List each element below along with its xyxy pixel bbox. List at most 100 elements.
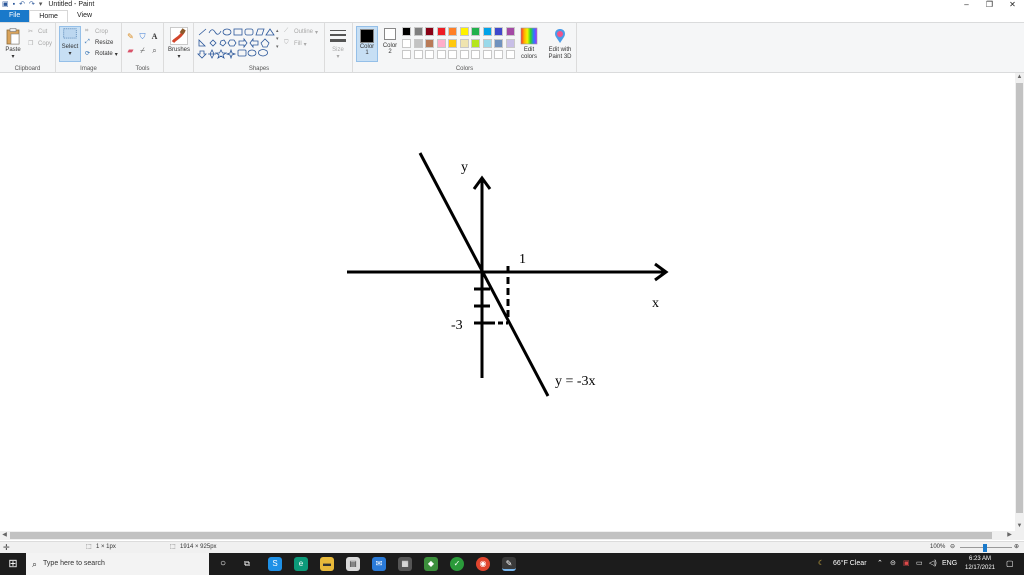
paste-dropdown-icon[interactable]: ▾	[11, 53, 14, 60]
mail-icon[interactable]: ✉	[372, 557, 386, 571]
rotate-button[interactable]: ⟳ Rotate ▾	[85, 50, 118, 58]
brushes-dropdown-icon[interactable]: ▾	[178, 53, 181, 60]
scroll-left-icon[interactable]: ◀	[0, 531, 9, 540]
palette-swatch[interactable]	[505, 27, 515, 36]
palette-swatch[interactable]	[402, 27, 411, 36]
rotate-dropdown-icon[interactable]: ▾	[115, 51, 118, 58]
weather-icon[interactable]: ☾	[818, 553, 824, 575]
palette-swatch[interactable]	[505, 38, 515, 48]
network-icon[interactable]: ▭	[916, 553, 923, 575]
zoom-slider-thumb[interactable]	[983, 544, 987, 552]
palette-swatch[interactable]	[459, 50, 469, 59]
notification-icon[interactable]: ▢	[1006, 553, 1014, 575]
pencil-icon[interactable]: ✎	[126, 32, 135, 41]
magnifier-icon[interactable]: ⌕	[150, 46, 159, 55]
tray-chevron-icon[interactable]: ⌃	[877, 553, 883, 575]
text-tool-icon[interactable]: A	[150, 32, 159, 41]
palette-swatch[interactable]	[471, 27, 480, 36]
crop-button[interactable]: ⌗ Crop	[85, 28, 108, 36]
task-view-icon[interactable]: ⧉	[240, 557, 254, 571]
size-button[interactable]: Size ▾	[329, 27, 347, 60]
color-picker-icon[interactable]: ⌿	[138, 46, 147, 55]
store-icon[interactable]: ▤	[346, 557, 360, 571]
eraser-icon[interactable]: ▰	[126, 46, 135, 55]
color-1-button[interactable]: Color 1	[356, 26, 378, 62]
palette-swatch[interactable]	[436, 50, 446, 59]
palette-swatch[interactable]	[494, 27, 503, 36]
edit-with-paint3d-button[interactable]: Edit with Paint 3D	[545, 27, 575, 61]
scroll-up-icon[interactable]: ▲	[1015, 73, 1024, 82]
horizontal-scroll-thumb[interactable]	[10, 532, 992, 539]
check-app-icon[interactable]: ✓	[450, 557, 464, 571]
palette-swatch[interactable]	[482, 27, 492, 36]
palette-swatch[interactable]	[482, 50, 492, 59]
outline-button[interactable]: ⟋ Outline ▾	[284, 28, 318, 36]
drawing-surface[interactable]: y x 1 -3 y = -3x	[0, 73, 1014, 530]
redo-icon[interactable]: ↷	[29, 0, 35, 10]
select-button[interactable]: Select ▾	[59, 26, 81, 62]
restore-button[interactable]: ❐	[978, 0, 1001, 10]
skype-icon[interactable]: S	[268, 557, 282, 571]
zoom-out-icon[interactable]: ⊖	[950, 542, 955, 553]
brushes-button[interactable]: Brushes ▾	[168, 27, 190, 60]
select-dropdown-icon[interactable]: ▾	[68, 50, 71, 57]
palette-swatch[interactable]	[425, 50, 434, 59]
shapes-scroll[interactable]: ▴ ▾ ▾	[276, 27, 281, 59]
windows-start-icon[interactable]: ⊞	[0, 553, 26, 575]
tab-home[interactable]: Home	[29, 10, 68, 22]
scroll-down-icon[interactable]: ▼	[1015, 522, 1024, 531]
edit-colors-button[interactable]: Edit colors	[518, 27, 540, 61]
weather-text[interactable]: 66°F Clear	[833, 553, 867, 575]
fill-bucket-icon[interactable]: ⛉	[138, 32, 147, 41]
tab-view[interactable]: View	[68, 10, 101, 22]
taskbar-search-box[interactable]: ⌕ Type here to search	[26, 553, 209, 575]
fill-button[interactable]: ⛉ Fill ▾	[284, 40, 307, 48]
calculator-icon[interactable]: ▦	[398, 557, 412, 571]
palette-swatch[interactable]	[459, 38, 469, 48]
customize-quick-access-icon[interactable]: ▾	[39, 0, 43, 10]
vertical-scrollbar[interactable]: ▲ ▼	[1015, 73, 1024, 531]
color-2-button[interactable]: Color 2	[380, 28, 400, 55]
save-icon[interactable]: ▪	[13, 0, 15, 10]
palette-swatch[interactable]	[448, 27, 457, 36]
resize-button[interactable]: ⤢ Resize	[85, 39, 113, 47]
paste-button[interactable]: Paste ▾	[4, 27, 22, 60]
tray-v-icon[interactable]: ▣	[903, 553, 910, 575]
tray-app-icon[interactable]: ⊝	[890, 553, 896, 575]
clock[interactable]: 6:23 AM 12/17/2021	[960, 555, 1000, 573]
palette-swatch[interactable]	[448, 50, 457, 59]
vertical-scroll-thumb[interactable]	[1016, 83, 1023, 513]
shapes-gallery[interactable]	[197, 27, 277, 59]
palette-swatch[interactable]	[505, 50, 515, 59]
green-app-icon[interactable]: ◆	[424, 557, 438, 571]
edge-icon[interactable]: e	[294, 557, 308, 571]
palette-swatch[interactable]	[413, 27, 423, 36]
palette-swatch[interactable]	[459, 27, 469, 36]
undo-icon[interactable]: ↶	[19, 0, 25, 10]
palette-swatch[interactable]	[436, 27, 446, 36]
tab-file[interactable]: File	[0, 10, 30, 22]
palette-swatch[interactable]	[402, 38, 411, 48]
palette-swatch[interactable]	[425, 27, 434, 36]
palette-swatch[interactable]	[448, 38, 457, 48]
palette-swatch[interactable]	[413, 38, 423, 48]
chrome-icon[interactable]: ◉	[476, 557, 490, 571]
palette-swatch[interactable]	[471, 38, 480, 48]
volume-icon[interactable]: ◁)	[929, 553, 937, 575]
paint-taskbar-icon[interactable]: ✎	[502, 557, 516, 571]
palette-swatch[interactable]	[402, 50, 411, 59]
file-explorer-icon[interactable]: ▬	[320, 557, 334, 571]
minimize-button[interactable]: –	[955, 0, 978, 10]
palette-swatch[interactable]	[436, 38, 446, 48]
palette-swatch[interactable]	[413, 50, 423, 59]
palette-swatch[interactable]	[494, 38, 503, 48]
palette-swatch[interactable]	[471, 50, 480, 59]
scroll-right-icon[interactable]: ▶	[1005, 531, 1014, 540]
zoom-in-icon[interactable]: ⊕	[1014, 542, 1019, 553]
horizontal-scrollbar[interactable]: ◀ ▶	[0, 531, 1024, 540]
copy-button[interactable]: ❐ Copy	[28, 40, 52, 48]
language-indicator[interactable]: ENG	[942, 553, 957, 575]
cut-button[interactable]: ✂ Cut	[28, 28, 47, 36]
canvas[interactable]: y x 1 -3 y = -3x	[0, 73, 1024, 530]
close-button[interactable]: ✕	[1001, 0, 1024, 10]
